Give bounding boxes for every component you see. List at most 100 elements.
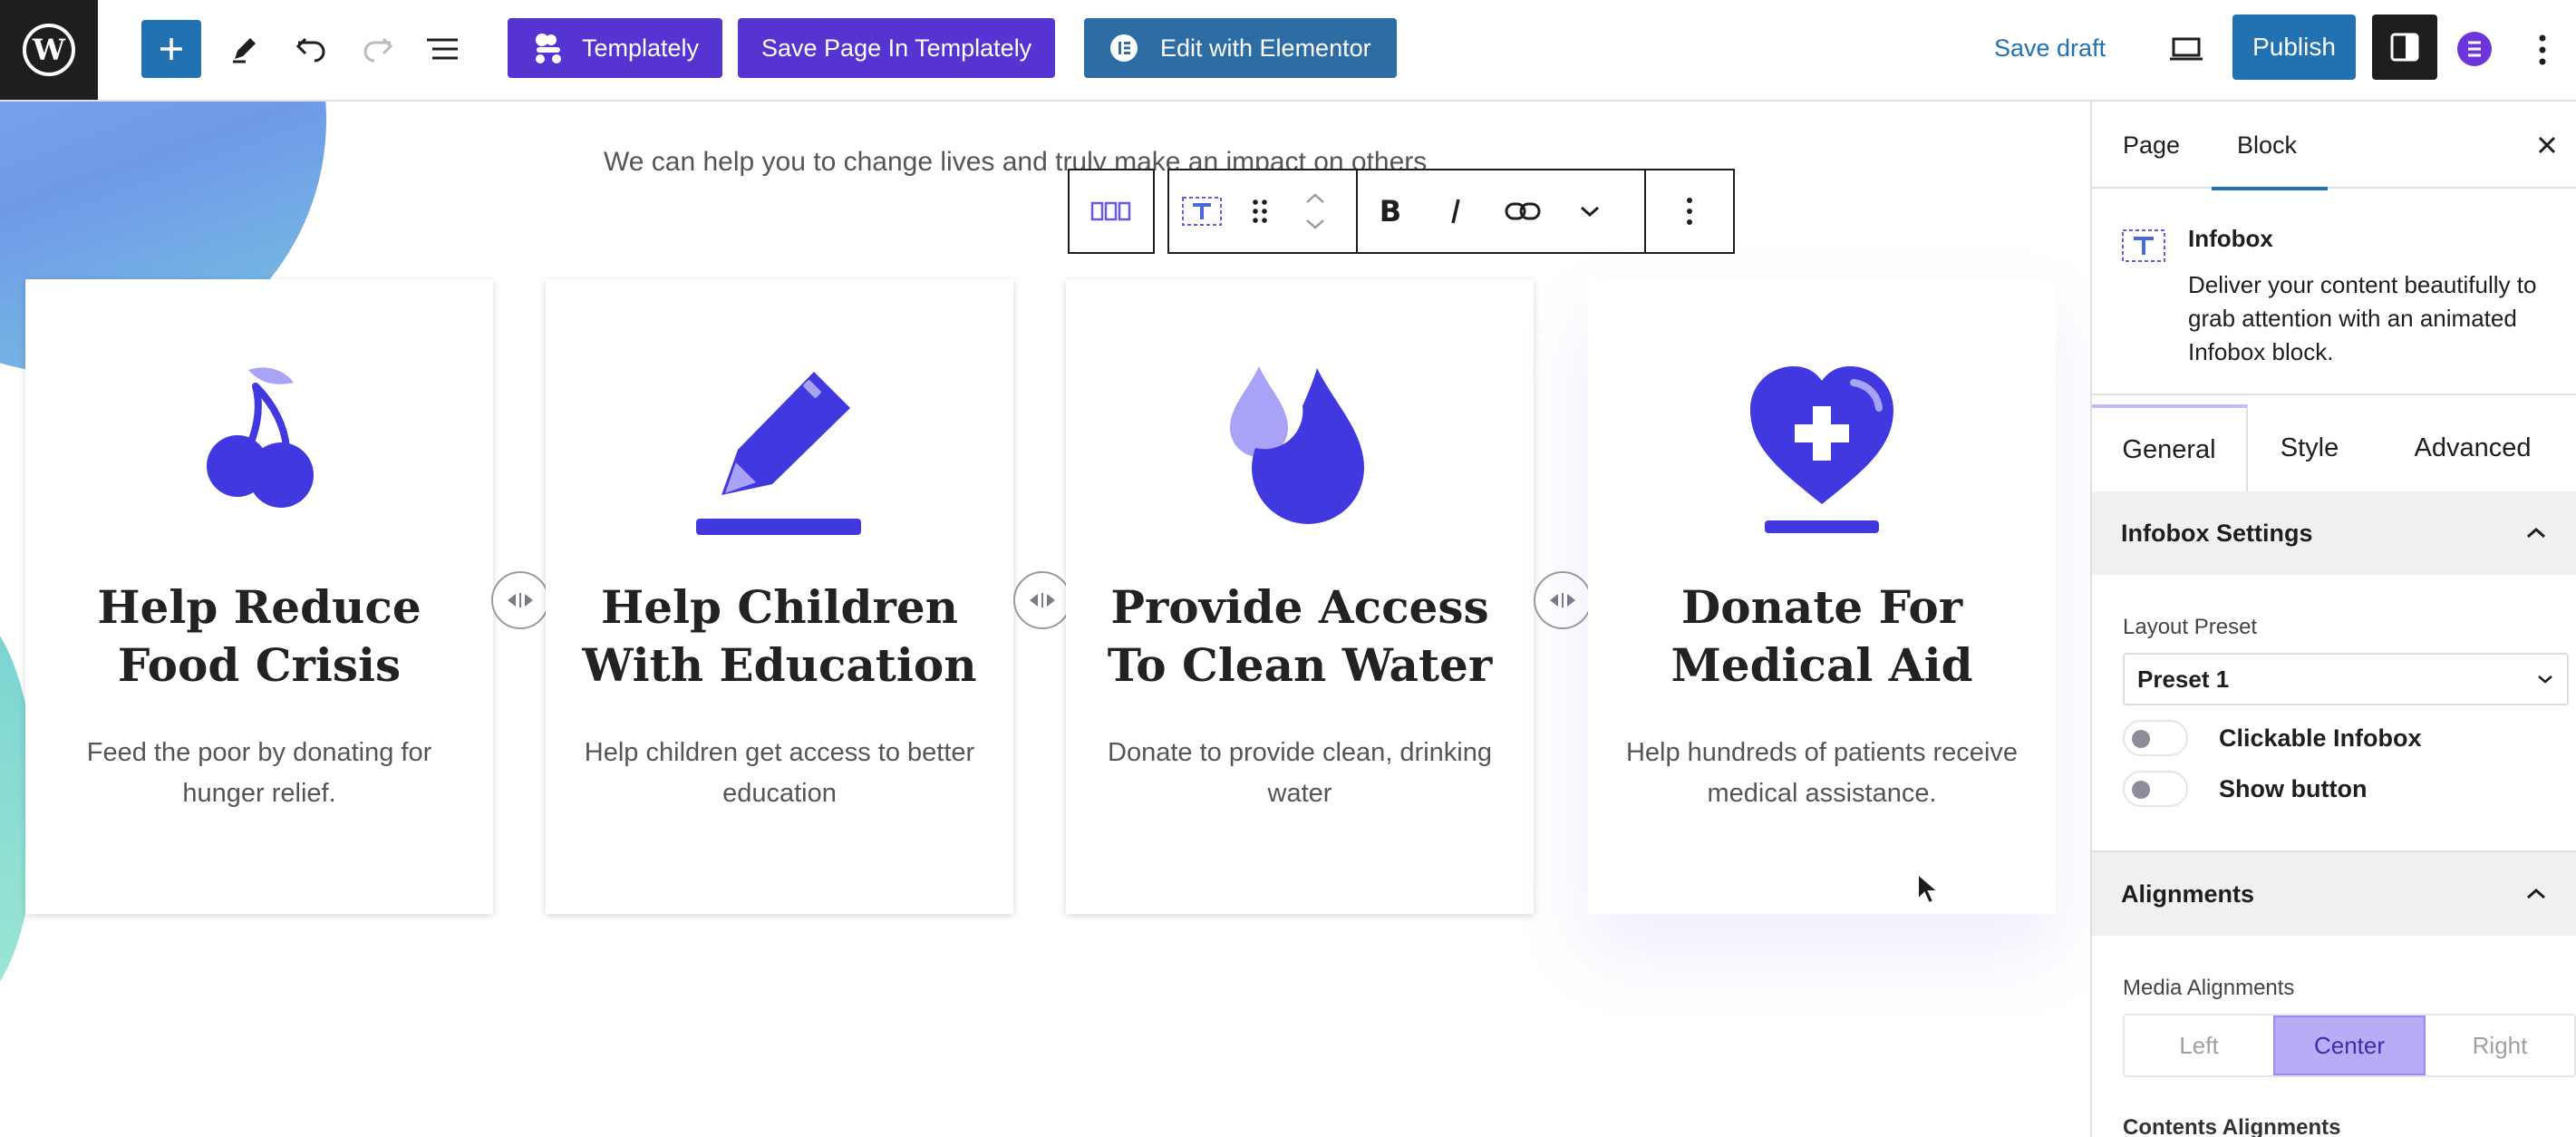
column-resize-handle[interactable] bbox=[1534, 571, 1592, 629]
infobox-title[interactable]: Provide Access To Clean Water bbox=[1093, 578, 1506, 695]
redo-icon bbox=[363, 37, 393, 63]
infobox-card-selected[interactable]: Donate For Medical Aid Help hundreds of … bbox=[1588, 279, 2056, 914]
infobox-settings-header[interactable]: Infobox Settings bbox=[2092, 491, 2576, 575]
elementor-icon bbox=[1110, 34, 1138, 62]
tab-general[interactable]: General bbox=[2092, 404, 2248, 491]
plus-icon bbox=[160, 38, 182, 60]
tab-page[interactable]: Page bbox=[2123, 102, 2180, 189]
pencil-tool-button[interactable] bbox=[218, 22, 272, 76]
undo-icon bbox=[295, 37, 325, 63]
layout-preset-value: Preset 1 bbox=[2137, 665, 2230, 693]
drag-handle-icon bbox=[1253, 199, 1267, 223]
wordpress-logo-icon[interactable]: W bbox=[0, 0, 98, 100]
desktop-preview-icon bbox=[2170, 37, 2203, 61]
edit-with-elementor-label: Edit with Elementor bbox=[1160, 34, 1371, 62]
more-formats-button[interactable] bbox=[1557, 170, 1622, 252]
water-drop-icon bbox=[1066, 359, 1534, 540]
chevron-up-icon bbox=[2527, 888, 2545, 899]
tab-advanced[interactable]: Advanced bbox=[2371, 404, 2574, 491]
tab-block[interactable]: Block bbox=[2211, 102, 2329, 190]
align-right-button[interactable]: Right bbox=[2426, 1016, 2574, 1075]
columns-icon bbox=[1090, 201, 1131, 221]
editor-top-toolbar: W Templately Save Page In Templately Edi… bbox=[0, 0, 2576, 102]
pencil-icon bbox=[233, 38, 256, 63]
editor-canvas[interactable]: We can help you to change lives and trul… bbox=[0, 102, 2090, 1137]
infobox-card[interactable]: Help Children With Education Help childr… bbox=[546, 279, 1013, 914]
redo-button[interactable] bbox=[350, 22, 404, 76]
chevron-down-icon bbox=[2538, 675, 2552, 684]
show-button-label: Show button bbox=[2219, 774, 2368, 802]
media-alignment-buttons: Left Center Right bbox=[2123, 1014, 2576, 1077]
save-draft-button[interactable]: Save draft bbox=[1994, 25, 2106, 71]
infobox-description[interactable]: Donate to provide clean, drinking water bbox=[1102, 733, 1497, 814]
infobox-title[interactable]: Donate For Medical Aid bbox=[1615, 578, 2029, 695]
resize-arrows-icon bbox=[508, 593, 533, 607]
block-name: Infobox bbox=[2188, 225, 2273, 252]
templately-icon bbox=[536, 34, 561, 63]
list-view-icon bbox=[427, 38, 458, 60]
block-type-button[interactable] bbox=[1169, 170, 1235, 252]
infobox-card[interactable]: Help Reduce Food Crisis Feed the poor by… bbox=[25, 279, 493, 914]
column-resize-handle[interactable] bbox=[1013, 571, 1071, 629]
heart-medical-icon bbox=[1588, 359, 2056, 540]
options-group bbox=[1646, 169, 1735, 254]
resize-arrows-icon bbox=[1030, 593, 1055, 607]
templately-button[interactable]: Templately bbox=[508, 18, 723, 78]
chevron-up-icon bbox=[2527, 527, 2545, 539]
layout-preset-select[interactable]: Preset 1 bbox=[2123, 653, 2569, 705]
link-icon bbox=[1505, 202, 1541, 220]
settings-sidebar: Page Block Infobox Deliver your content … bbox=[2090, 102, 2576, 1137]
clickable-infobox-row: Clickable Infobox bbox=[2123, 720, 2422, 756]
panel-title: Alignments bbox=[2121, 879, 2255, 908]
add-block-button[interactable] bbox=[141, 20, 201, 78]
list-view-button[interactable] bbox=[415, 22, 470, 76]
tab-style[interactable]: Style bbox=[2248, 404, 2371, 491]
bold-button[interactable]: B bbox=[1358, 170, 1423, 252]
resize-arrows-icon bbox=[1550, 593, 1575, 607]
sidebar-tabs: Page Block bbox=[2092, 102, 2576, 190]
move-up-down-buttons[interactable] bbox=[1285, 170, 1345, 252]
clickable-infobox-toggle[interactable] bbox=[2123, 720, 2188, 756]
contents-alignments-label: Contents Alignments bbox=[2123, 1115, 2341, 1137]
settings-panel-button[interactable] bbox=[2372, 15, 2437, 80]
show-button-toggle[interactable] bbox=[2123, 771, 2188, 807]
clickable-infobox-label: Clickable Infobox bbox=[2219, 724, 2422, 752]
infobox-title[interactable]: Help Reduce Food Crisis bbox=[53, 578, 466, 695]
pencil-write-icon bbox=[546, 359, 1013, 540]
save-in-templately-button[interactable]: Save Page In Templately bbox=[738, 18, 1056, 78]
bold-icon: B bbox=[1380, 197, 1401, 226]
link-button[interactable] bbox=[1488, 170, 1557, 252]
preview-button[interactable] bbox=[2159, 22, 2213, 76]
edit-with-elementor-button[interactable]: Edit with Elementor bbox=[1084, 18, 1397, 78]
alignments-header[interactable]: Alignments bbox=[2092, 852, 2576, 936]
infobox-description[interactable]: Help hundreds of patients receive medica… bbox=[1624, 733, 2019, 814]
column-resize-handle[interactable] bbox=[491, 571, 549, 629]
drag-handle[interactable] bbox=[1235, 170, 1285, 252]
svg-text:B: B bbox=[1380, 197, 1401, 226]
save-in-templately-label: Save Page In Templately bbox=[761, 34, 1032, 62]
media-alignments-label: Media Alignments bbox=[2123, 976, 2295, 1000]
block-description: Deliver your content beautifully to grab… bbox=[2188, 271, 2537, 365]
svg-text:W: W bbox=[32, 33, 66, 67]
more-options-icon bbox=[2539, 34, 2546, 65]
block-options-button[interactable] bbox=[1646, 170, 1733, 252]
format-group: B bbox=[1358, 169, 1646, 254]
more-options-button[interactable] bbox=[2529, 27, 2556, 73]
essential-blocks-icon bbox=[2457, 32, 2492, 66]
infobox-title[interactable]: Help Children With Education bbox=[573, 578, 986, 695]
publish-button[interactable]: Publish bbox=[2232, 15, 2356, 80]
more-vertical-icon bbox=[1687, 198, 1692, 225]
align-center-button[interactable]: Center bbox=[2273, 1016, 2426, 1075]
italic-button[interactable] bbox=[1423, 170, 1488, 252]
infobox-description[interactable]: Help children get access to better educa… bbox=[582, 733, 977, 814]
infobox-icon bbox=[1182, 197, 1222, 226]
close-sidebar-button[interactable] bbox=[2529, 127, 2565, 163]
block-settings-tabs: General Style Advanced bbox=[2092, 404, 2576, 491]
select-parent-button[interactable] bbox=[1070, 170, 1153, 252]
undo-button[interactable] bbox=[285, 22, 339, 76]
infobox-card[interactable]: Provide Access To Clean Water Donate to … bbox=[1066, 279, 1534, 914]
infobox-description[interactable]: Feed the poor by donating for hunger rel… bbox=[62, 733, 457, 814]
elementskit-button[interactable] bbox=[2456, 31, 2493, 67]
align-left-button[interactable]: Left bbox=[2125, 1016, 2273, 1075]
close-icon bbox=[2538, 136, 2556, 154]
